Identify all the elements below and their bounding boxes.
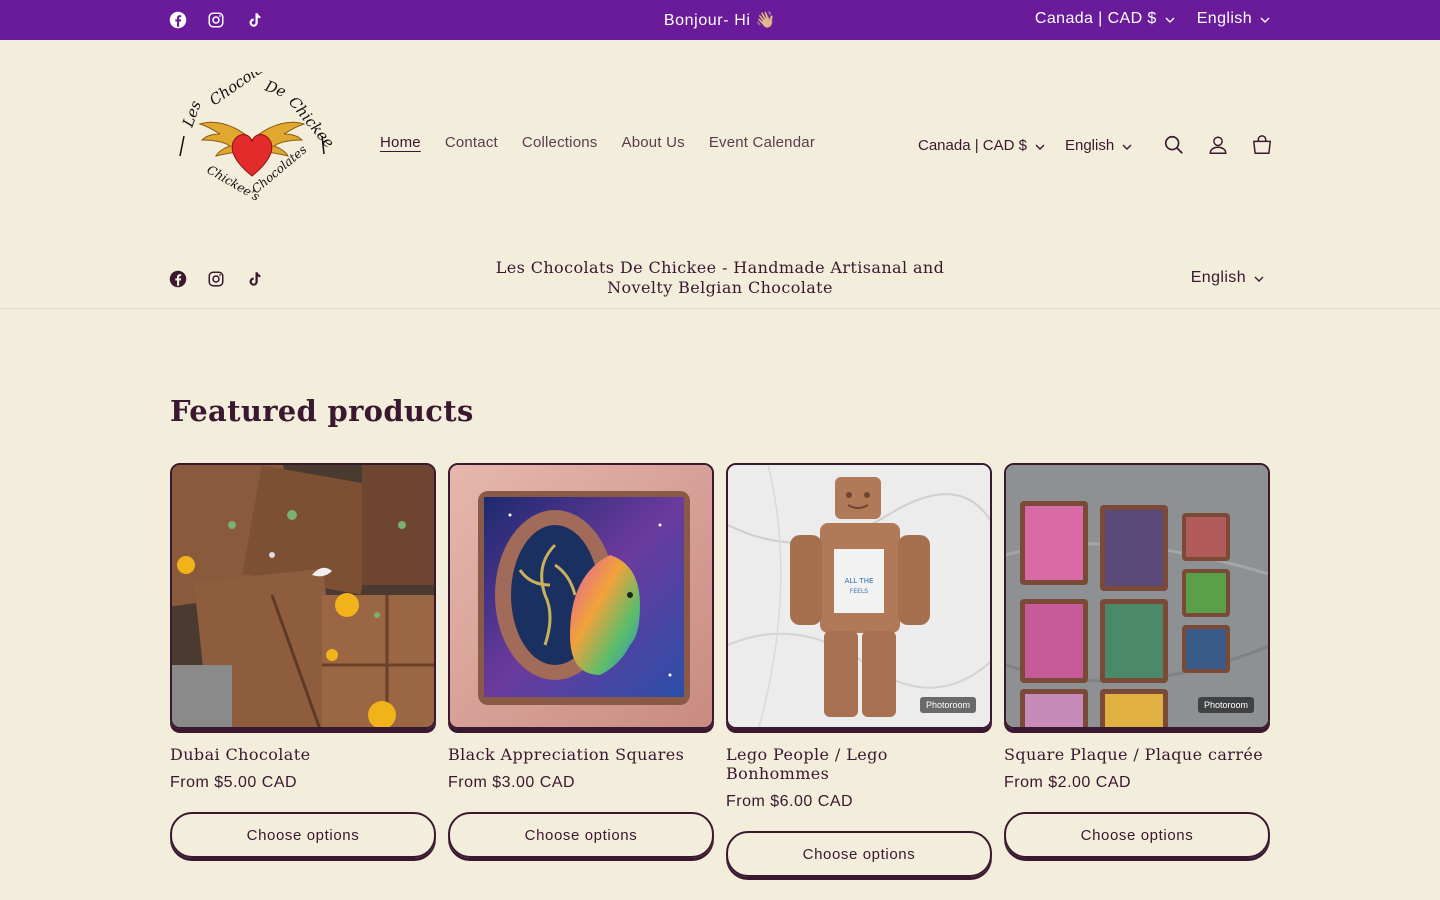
product-image[interactable] [448,463,714,729]
subbar-language-selector[interactable]: English [1191,269,1264,287]
nav-collections[interactable]: Collections [522,134,598,151]
chevron-down-icon [1035,137,1045,154]
search-icon[interactable] [1152,130,1196,160]
store-tagline: Les Chocolats De Chickee - Handmade Arti… [495,258,945,297]
choose-options-button[interactable]: Choose options [448,812,714,858]
photoroom-badge: Photoroom [919,697,976,713]
svg-text:De: De [262,77,289,101]
chevron-down-icon [1254,269,1264,287]
header-currency-label: Canada | CAD $ [918,136,1027,154]
featured-products-title: Featured products [170,394,474,428]
nav-about-us[interactable]: About Us [622,134,685,151]
svg-text:FEELS: FEELS [850,588,868,595]
announcement-bar: Bonjour- Hi 👋🏼 Canada | CAD $ English [0,0,1440,40]
nav-event-calendar[interactable]: Event Calendar [709,134,815,151]
header-currency-selector[interactable]: Canada | CAD $ [918,137,1045,154]
cart-icon[interactable] [1240,130,1284,160]
header-language-selector[interactable]: English [1065,137,1132,154]
product-price: From $6.00 CAD [726,793,854,810]
product-card: Dubai Chocolate From $5.00 CAD Choose op… [170,463,436,877]
main-nav: Home Contact Collections About Us Event … [380,134,815,151]
product-card: Black Appreciation Squares From $3.00 CA… [448,463,714,877]
product-name[interactable]: Black Appreciation Squares [448,745,714,764]
photoroom-badge: Photoroom [1197,697,1254,713]
product-name[interactable]: Dubai Chocolate [170,745,436,764]
chevron-down-icon [1260,10,1270,28]
chevron-down-icon [1165,10,1175,28]
product-price: From $2.00 CAD [1004,774,1132,791]
product-name[interactable]: Lego People / Lego Bonhommes [726,745,992,783]
product-price: From $5.00 CAD [170,774,298,791]
header-divider [0,308,1440,309]
header-social-links [168,269,264,289]
product-card: ALL THE FEELS Photoroom Lego People / Le… [726,463,992,877]
tiktok-icon[interactable] [244,269,264,289]
subbar-language-label: English [1190,269,1246,286]
nav-contact[interactable]: Contact [445,134,498,151]
product-grid: Dubai Chocolate From $5.00 CAD Choose op… [170,463,1270,877]
currency-selector[interactable]: Canada | CAD $ [1035,10,1175,28]
language-selector[interactable]: English [1197,10,1270,28]
svg-text:ALL THE: ALL THE [845,577,874,585]
facebook-icon[interactable] [168,269,188,289]
choose-options-button[interactable]: Choose options [170,812,436,858]
instagram-icon[interactable] [206,269,226,289]
store-logo[interactable]: Les Chocolats De Chickee Chickee's Choco… [172,51,339,212]
language-label: English [1196,10,1252,27]
choose-options-button[interactable]: Choose options [1004,812,1270,858]
localization: Canada | CAD $ English [1035,10,1270,28]
currency-label: Canada | CAD $ [1034,10,1157,27]
choose-options-button[interactable]: Choose options [726,831,992,877]
product-image[interactable]: ALL THE FEELS Photoroom [726,463,992,729]
account-icon[interactable] [1196,130,1240,160]
product-card: Photoroom Square Plaque / Plaque carrée … [1004,463,1270,877]
nav-home[interactable]: Home [380,134,421,151]
product-image[interactable] [170,463,436,729]
header-language-label: English [1064,136,1115,154]
product-price: From $3.00 CAD [448,774,576,791]
svg-text:Les: Les [179,98,205,130]
header-actions: Canada | CAD $ English [918,130,1284,160]
chevron-down-icon [1122,137,1132,154]
product-image[interactable]: Photoroom [1004,463,1270,729]
product-name[interactable]: Square Plaque / Plaque carrée [1004,745,1270,764]
